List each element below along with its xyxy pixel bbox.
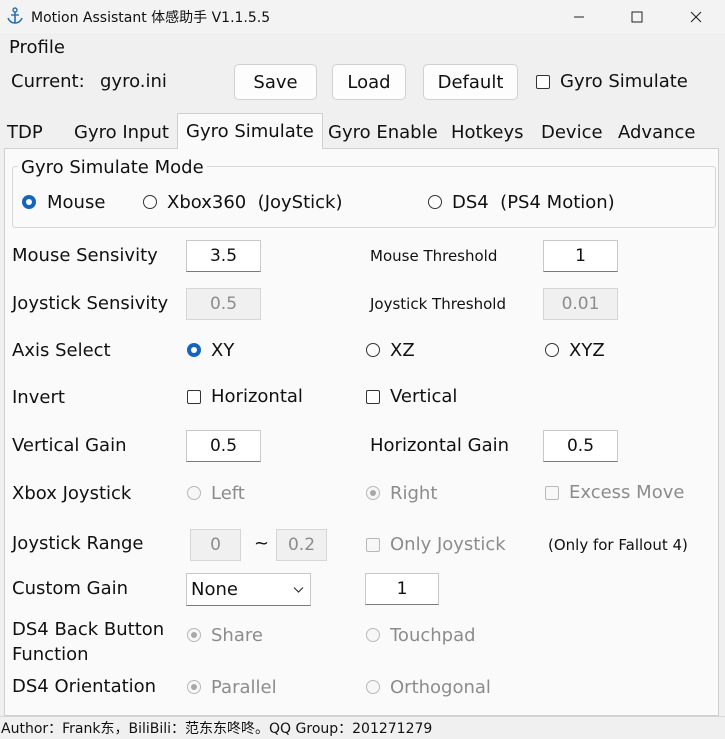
ds4-parallel-radio[interactable] xyxy=(187,680,201,694)
joystick-threshold-input[interactable]: 0.01 xyxy=(543,288,618,320)
ds4-share-label: Share xyxy=(211,625,263,646)
only-joystick-checkbox[interactable] xyxy=(366,538,380,552)
mode-mouse-label: Mouse xyxy=(47,192,106,213)
status-bar: Author：Frank东，BiliBili：范东东咚咚。QQ Group：20… xyxy=(0,716,725,739)
excess-move-label: Excess Move xyxy=(569,482,685,503)
joystick-range-separator: ~ xyxy=(254,533,270,554)
joystick-sensivity-input[interactable]: 0.5 xyxy=(186,288,261,320)
ds4-touchpad-radio[interactable] xyxy=(366,628,380,642)
invert-horizontal-checkbox[interactable] xyxy=(187,390,201,404)
tab-advance[interactable]: Advance xyxy=(618,117,695,148)
axis-select-label: Axis Select xyxy=(12,340,111,361)
axis-xy-radio[interactable] xyxy=(187,343,201,357)
xbox-left-radio[interactable] xyxy=(187,486,201,500)
close-icon xyxy=(690,11,702,22)
maximize-icon xyxy=(631,11,643,22)
invert-vertical-label: Vertical xyxy=(390,386,458,407)
mouse-sensivity-input[interactable]: 3.5 xyxy=(186,240,261,272)
xbox-right-radio[interactable] xyxy=(366,486,380,500)
mouse-threshold-label: Mouse Threshold xyxy=(370,247,498,265)
joystick-range-label: Joystick Range xyxy=(12,533,144,554)
axis-xyz-label: XYZ xyxy=(569,340,605,361)
gyro-simulate-label: Gyro Simulate xyxy=(560,71,688,92)
vertical-gain-input[interactable]: 0.5 xyxy=(186,430,261,462)
current-profile-value: gyro.ini xyxy=(100,71,167,92)
only-joystick-label: Only Joystick xyxy=(390,534,506,555)
joystick-threshold-label: Joystick Threshold xyxy=(370,295,506,313)
tab-gyro-input[interactable]: Gyro Input xyxy=(74,117,169,148)
save-button[interactable]: Save xyxy=(234,64,317,100)
maximize-button[interactable] xyxy=(614,0,660,33)
mode-mouse-radio[interactable] xyxy=(22,195,36,209)
custom-gain-select[interactable]: None xyxy=(186,573,311,606)
axis-xz-label: XZ xyxy=(390,340,415,361)
xbox-right-label: Right xyxy=(390,483,438,504)
ds4-touchpad-label: Touchpad xyxy=(390,625,476,646)
invert-vertical-checkbox[interactable] xyxy=(366,390,380,404)
ds4-orthogonal-label: Orthogonal xyxy=(390,677,491,698)
tab-gyro-enable[interactable]: Gyro Enable xyxy=(328,117,438,148)
tab-hotkeys[interactable]: Hotkeys xyxy=(451,117,524,148)
ds4-back-label-line2: Function xyxy=(12,644,89,665)
anchor-app-icon xyxy=(7,7,23,24)
ds4-parallel-label: Parallel xyxy=(211,677,277,698)
mouse-threshold-input[interactable]: 1 xyxy=(543,240,618,272)
horizontal-gain-input[interactable]: 0.5 xyxy=(543,430,618,462)
custom-gain-input[interactable]: 1 xyxy=(365,573,439,605)
tab-tdp[interactable]: TDP xyxy=(7,117,43,148)
ds4-share-radio[interactable] xyxy=(187,628,201,642)
window-title: Motion Assistant 体感助手 V1.1.5.5 xyxy=(31,10,271,26)
status-bar-text: Author：Frank东，BiliBili：范东东咚咚。QQ Group：20… xyxy=(1,721,433,737)
axis-xz-radio[interactable] xyxy=(366,343,380,357)
current-label: Current: xyxy=(11,71,85,92)
chevron-down-icon xyxy=(293,587,304,593)
custom-gain-label: Custom Gain xyxy=(12,578,129,599)
profile-label: Profile xyxy=(9,37,65,58)
mode-xbox360-label: Xbox360 (JoyStick) xyxy=(167,192,343,213)
ds4-back-label-line1: DS4 Back Button xyxy=(12,619,165,640)
close-button[interactable] xyxy=(673,0,719,33)
joystick-range-min-input[interactable]: 0 xyxy=(190,529,241,561)
joystick-range-max-input[interactable]: 0.2 xyxy=(276,529,327,561)
vertical-gain-label: Vertical Gain xyxy=(12,435,127,456)
mode-ds4-radio[interactable] xyxy=(428,195,442,209)
invert-label: Invert xyxy=(12,387,65,408)
ds4-orientation-label: DS4 Orientation xyxy=(12,676,157,697)
minimize-icon xyxy=(574,16,584,17)
axis-xyz-radio[interactable] xyxy=(545,343,559,357)
mode-ds4-label: DS4 (PS4 Motion) xyxy=(452,192,615,213)
mode-group-label: Gyro Simulate Mode xyxy=(18,157,207,178)
tab-device[interactable]: Device xyxy=(541,117,603,148)
horizontal-gain-label: Horizontal Gain xyxy=(370,435,510,456)
mouse-sensivity-label: Mouse Sensivity xyxy=(12,245,158,266)
default-button[interactable]: Default xyxy=(423,64,518,100)
custom-gain-selected-value: None xyxy=(191,579,238,600)
ds4-orthogonal-radio[interactable] xyxy=(366,680,380,694)
load-button[interactable]: Load xyxy=(332,64,406,100)
gyro-simulate-checkbox[interactable] xyxy=(536,75,550,89)
fallout-note: (Only for Fallout 4) xyxy=(548,536,688,554)
xbox-left-label: Left xyxy=(211,483,245,504)
tab-gyro-simulate[interactable]: Gyro Simulate xyxy=(177,113,323,149)
xbox-joystick-label: Xbox Joystick xyxy=(12,483,132,504)
invert-horizontal-label: Horizontal xyxy=(211,386,303,407)
joystick-sensivity-label: Joystick Sensivity xyxy=(12,293,169,314)
excess-move-checkbox[interactable] xyxy=(545,486,559,500)
mode-xbox360-radio[interactable] xyxy=(143,195,157,209)
minimize-button[interactable] xyxy=(556,0,602,33)
title-bar: Motion Assistant 体感助手 V1.1.5.5 xyxy=(0,0,725,33)
axis-xy-label: XY xyxy=(211,340,235,361)
